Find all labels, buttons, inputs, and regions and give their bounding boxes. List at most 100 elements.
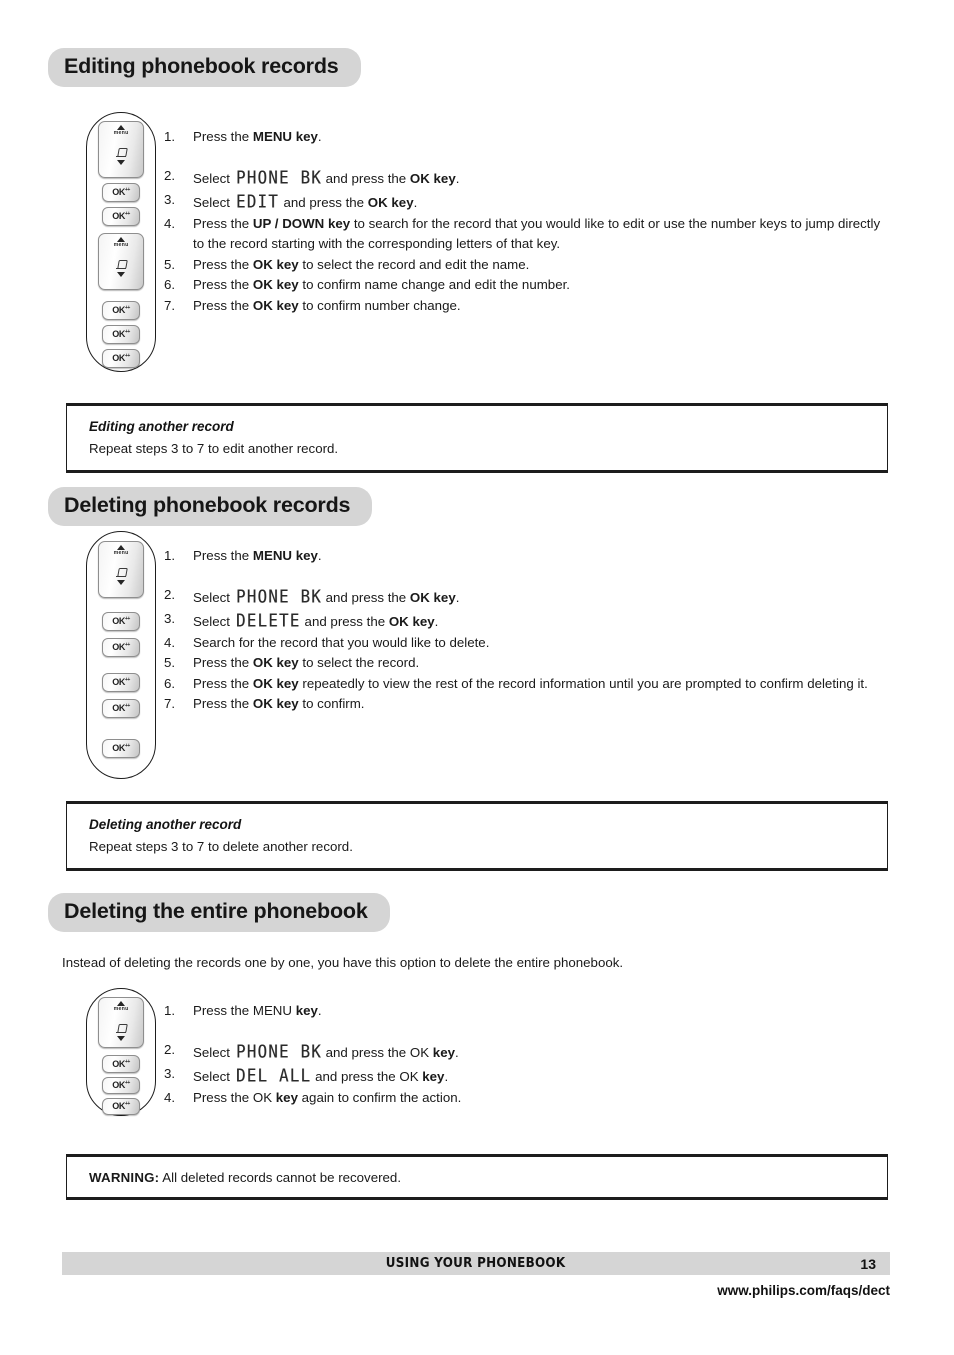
step-text-run: . (317, 1003, 322, 1018)
section-heading-deleting: Deleting phonebook records (48, 487, 373, 526)
step-text-run: Press the (193, 675, 253, 691)
step-emphasis: OK key (409, 589, 456, 605)
key-illustration-delete-all: menu OK++ OK++ OK++ (86, 988, 156, 1116)
footer-title: USING YOUR PHONEBOOK (386, 1256, 566, 1271)
step-text-run: and press the (321, 589, 410, 605)
ok-key-icon: OK++ (102, 1076, 140, 1094)
step-text: Select EDIT and press the OK key. (193, 192, 418, 212)
heading-pill-editing: Editing phonebook records (48, 48, 361, 87)
step-text-run: . (317, 129, 322, 144)
step-text-run: repeatedly to view the rest of the recor… (298, 675, 868, 691)
ok-key-label: OK++ (112, 305, 130, 315)
lcd-menu-label: PHONE BK (235, 1041, 322, 1062)
step-emphasis: OK key (367, 194, 414, 210)
step-number: 3. (164, 1065, 176, 1081)
step-emphasis: key (295, 1003, 318, 1018)
step-text-run: Press the (193, 696, 253, 712)
nav-key-menu-label: menu (113, 1006, 129, 1012)
ok-key-icon: OK++ (102, 739, 140, 758)
ok-key-icon: OK++ (102, 638, 140, 657)
step-text-run: to confirm. (298, 696, 365, 712)
ok-key-label: OK++ (112, 1079, 130, 1090)
step-text: Press the UP / DOWN key to search for th… (193, 216, 880, 252)
step-text-run: Select (193, 170, 234, 186)
step-text: Press the OK key again to confirm the ac… (193, 1090, 461, 1105)
step-number: 6. (164, 675, 176, 691)
lcd-menu-label: EDIT (235, 191, 279, 212)
ok-key-label: OK++ (112, 642, 130, 652)
down-arrow-icon (117, 1036, 125, 1041)
ok-key-label: OK++ (112, 677, 130, 687)
step-item: 5. Press the OK key to select the record. (160, 653, 893, 674)
step-emphasis: key (432, 1044, 455, 1060)
step-text-run: to select the record. (298, 655, 420, 671)
footer-bar: USING YOUR PHONEBOOK 13 (62, 1252, 890, 1275)
warning-text: WARNING: All deleted records cannot be r… (89, 1170, 867, 1185)
step-text-run: . (413, 194, 418, 210)
ok-key-icon: OK++ (102, 699, 140, 718)
step-text: Select PHONE BK and press the OK key. (193, 587, 460, 607)
step-item: 4. Search for the record that you would l… (160, 633, 893, 654)
ok-key-label: OK++ (112, 329, 130, 339)
step-text-run: Press the MENU (193, 1003, 296, 1018)
ok-key-icon: OK++ (102, 673, 140, 692)
step-text-run: and press the OK (311, 1068, 423, 1084)
step-item: 7. Press the OK key to confirm number cha… (160, 296, 893, 317)
step-emphasis: MENU key (252, 129, 318, 144)
step-text-run: Select (193, 1044, 234, 1060)
step-text-run: . (434, 613, 439, 629)
key-illustration-editing: menu OK++ OK++ menu OK++ OK++ OK++ (86, 112, 156, 372)
ok-key-icon: OK++ (102, 1097, 140, 1116)
step-item: 1. Press the MENU key. (160, 546, 893, 567)
step-emphasis: OK key (252, 655, 299, 671)
step-text: Press the OK key repeatedly to view the … (193, 676, 868, 691)
step-number: 6. (164, 277, 176, 293)
section-heading-delete-all: Deleting the entire phonebook (48, 893, 390, 932)
footer-url: www.philips.com/faqs/dect (717, 1283, 890, 1298)
step-text-run: Press the (193, 215, 253, 231)
down-arrow-icon (117, 272, 125, 277)
navigation-menu-key-icon: menu (98, 541, 144, 598)
ok-key-label: OK++ (112, 1100, 130, 1111)
footer-page-number: 13 (860, 1255, 876, 1272)
lcd-menu-label: DEL ALL (235, 1065, 311, 1086)
step-text-run: to select the record and edit the name. (298, 256, 530, 272)
step-text-run: and press the (279, 194, 368, 210)
down-arrow-icon (117, 160, 125, 165)
step-number: 2. (164, 167, 176, 183)
note-title: Deleting another record (89, 817, 242, 832)
step-number: 5. (164, 655, 176, 671)
navigation-menu-key-icon: menu (98, 997, 144, 1049)
step-item: 2. Select PHONE BK and press the OK key. (160, 1040, 893, 1064)
step-text: Select PHONE BK and press the OK key. (193, 168, 460, 188)
step-text-run: . (455, 589, 460, 605)
step-item: 3. Select DEL ALL and press the OK key. (160, 1064, 893, 1088)
step-item: 2. Select PHONE BK and press the OK key. (160, 166, 893, 190)
step-number: 3. (164, 610, 176, 626)
step-number: 1. (164, 548, 176, 563)
step-item: 6. Press the OK key repeatedly to view th… (160, 674, 893, 695)
step-item: 4. Press the UP / DOWN key to search for … (160, 214, 893, 255)
step-text-run: . (455, 170, 460, 186)
step-text-run: Select (193, 589, 234, 605)
step-text-run: Press the (193, 256, 253, 272)
step-emphasis: OK key (252, 277, 299, 293)
step-number: 2. (164, 1041, 176, 1057)
ok-key-icon: OK++ (102, 207, 140, 226)
step-number: 7. (164, 298, 176, 314)
step-item: 1. Press the MENU key. (160, 1001, 893, 1022)
step-text-run: again to confirm the action. (297, 1089, 462, 1105)
step-text: Press the OK key to select the record. (193, 655, 419, 670)
step-text: Press the MENU key. (193, 548, 322, 563)
step-emphasis: key (422, 1068, 445, 1084)
step-text-run: and press the OK (321, 1044, 433, 1060)
ok-key-icon: OK++ (102, 612, 140, 631)
ok-key-icon: OK++ (102, 1055, 140, 1073)
step-item: 6. Press the OK key to confirm name chang… (160, 275, 893, 296)
step-text-run: to confirm number change. (298, 298, 461, 314)
ok-key-label: OK++ (112, 1058, 130, 1069)
lcd-menu-label: DELETE (235, 610, 301, 631)
step-text: Press the MENU key. (193, 1003, 322, 1018)
step-number: 1. (164, 1003, 176, 1018)
step-text-run: to confirm name change and edit the numb… (298, 277, 570, 293)
